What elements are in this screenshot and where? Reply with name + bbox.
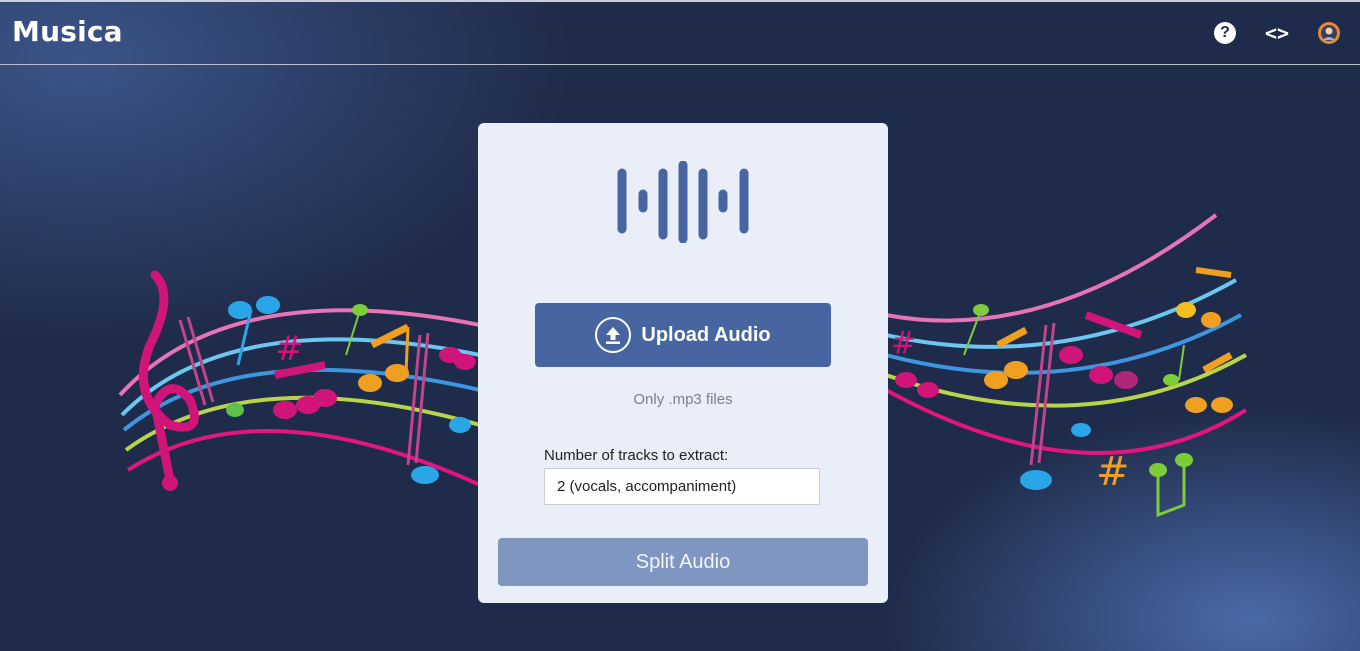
file-type-hint: Only .mp3 files bbox=[633, 391, 733, 408]
app-title[interactable]: Musica bbox=[12, 15, 123, 48]
code-button[interactable]: <> bbox=[1264, 20, 1290, 46]
tracks-label: Number of tracks to extract: bbox=[544, 447, 729, 464]
help-button[interactable]: ? bbox=[1212, 20, 1238, 46]
tracks-select[interactable]: 2 (vocals, accompaniment) bbox=[544, 468, 820, 505]
avatar-icon bbox=[1318, 22, 1340, 44]
upload-arrow-icon bbox=[595, 317, 632, 353]
profile-button[interactable] bbox=[1316, 20, 1342, 46]
audio-waveform-icon bbox=[617, 161, 749, 243]
code-brackets-icon: <> bbox=[1264, 21, 1290, 45]
question-circle-icon: ? bbox=[1214, 22, 1236, 44]
music-notes-illustration-left: # bbox=[118, 270, 480, 491]
top-navbar: Musica ? <> bbox=[0, 0, 1360, 65]
navbar-icons: ? <> bbox=[1212, 20, 1342, 46]
music-notes-illustration-right: # # bbox=[886, 213, 1248, 518]
upload-audio-label: Upload Audio bbox=[641, 323, 771, 346]
svg-text:#: # bbox=[891, 326, 916, 361]
svg-text:#: # bbox=[275, 329, 304, 369]
upload-audio-button[interactable]: Upload Audio bbox=[535, 303, 831, 367]
split-audio-button[interactable]: Split Audio bbox=[498, 538, 868, 586]
upload-card: Upload Audio Only .mp3 files Number of t… bbox=[478, 123, 888, 603]
svg-text:#: # bbox=[1096, 449, 1130, 495]
